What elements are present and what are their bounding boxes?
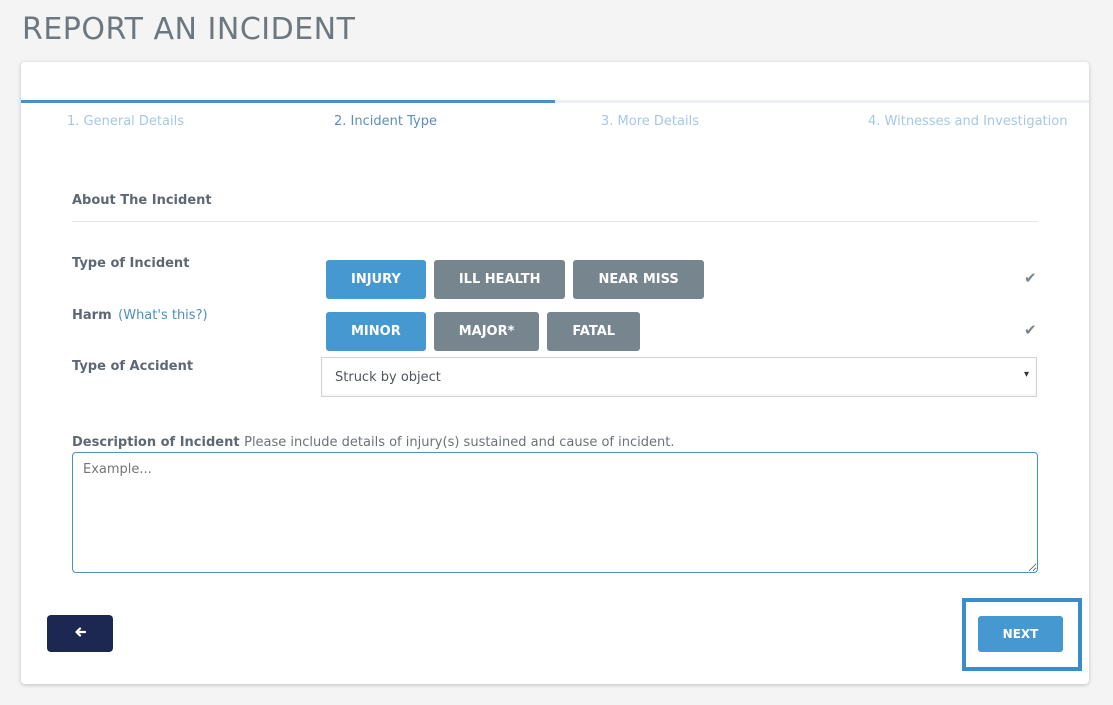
step-general-details[interactable]: 1. General Details xyxy=(67,114,184,129)
section-title: About The Incident xyxy=(72,193,212,208)
step-witnesses-investigation[interactable]: 4. Witnesses and Investigation xyxy=(868,114,1067,129)
description-textarea[interactable] xyxy=(72,452,1038,573)
incident-type-ill-health-button[interactable]: ILL HEALTH xyxy=(433,260,566,299)
incident-type-label: Type of Incident xyxy=(72,256,190,271)
arrow-left-svg xyxy=(75,626,87,637)
description-label: Description of Incident Please include d… xyxy=(72,435,674,450)
chevron-down-icon: ▾ xyxy=(1023,369,1029,380)
incident-type-near-miss-button[interactable]: NEAR MISS xyxy=(573,260,704,299)
progress-bar-fill xyxy=(21,100,555,103)
check-icon: ✔ xyxy=(1024,269,1037,287)
incident-type-options: INJURY ILL HEALTH NEAR MISS xyxy=(326,260,704,299)
harm-fatal-button[interactable]: FATAL xyxy=(547,312,641,351)
accident-type-value: Struck by object xyxy=(335,370,441,385)
page-title: REPORT AN INCIDENT xyxy=(22,12,356,47)
check-icon: ✔ xyxy=(1024,321,1037,339)
description-label-text: Description of Incident xyxy=(72,435,240,450)
harm-options: MINOR MAJOR* FATAL xyxy=(326,312,641,351)
harm-minor-button[interactable]: MINOR xyxy=(326,312,426,351)
next-button[interactable]: NEXT xyxy=(978,616,1063,652)
harm-label: Harm (What's this?) xyxy=(72,308,208,323)
harm-label-text: Harm xyxy=(72,308,112,323)
incident-form-card: 1. General Details 2. Incident Type 3. M… xyxy=(21,62,1089,684)
arrow-left-icon xyxy=(74,625,87,643)
harm-help-link[interactable]: (What's this?) xyxy=(118,308,207,323)
accident-type-select[interactable]: Struck by object ▾ xyxy=(321,357,1037,397)
step-more-details[interactable]: 3. More Details xyxy=(601,114,699,129)
step-incident-type[interactable]: 2. Incident Type xyxy=(334,114,437,129)
progress-bar xyxy=(21,100,1089,103)
section-divider xyxy=(72,221,1038,222)
back-button[interactable] xyxy=(47,615,113,652)
harm-major-button[interactable]: MAJOR* xyxy=(433,312,540,351)
description-hint: Please include details of injury(s) sust… xyxy=(244,435,675,450)
accident-type-label: Type of Accident xyxy=(72,359,194,374)
incident-type-injury-button[interactable]: INJURY xyxy=(326,260,426,299)
